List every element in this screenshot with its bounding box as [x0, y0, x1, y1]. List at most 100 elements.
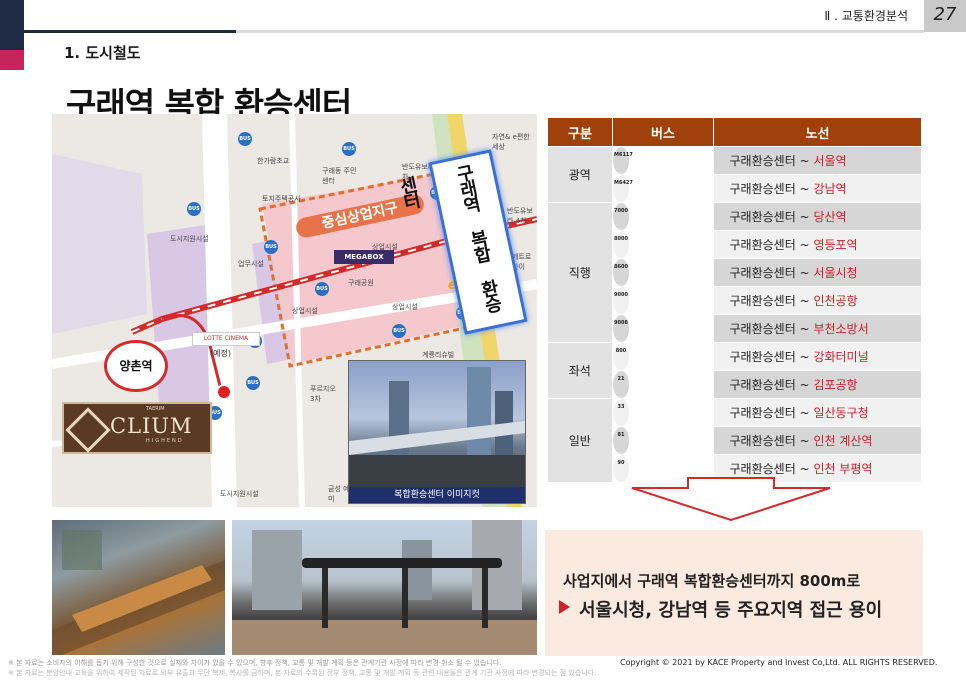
bus-stop-icon: BUS	[187, 202, 201, 216]
map-label-support2: 도시지원시설	[220, 490, 259, 498]
bus-stop-icon: BUS	[342, 142, 356, 156]
route-destination: 당산역	[813, 210, 847, 224]
lotte-cinema-note: (예정)	[210, 349, 231, 358]
route-destination: 김포공항	[813, 378, 858, 392]
bus-number: M6117	[613, 147, 633, 175]
summary-line-2: 서울시청, 강남역 등 주요지역 접근 용이	[559, 596, 882, 622]
transfer-center-image: 복합환승센터 이미지컷	[348, 360, 526, 504]
logo-brand-text: CLIUM	[110, 414, 193, 438]
route-category: 좌석	[547, 342, 613, 399]
route-cell: 구래환승센터 ~ 부천소방서	[713, 314, 922, 343]
map-label-nature: 자연& e편한세상	[492, 133, 530, 151]
subtitle: 1. 도시철도	[64, 44, 141, 62]
bus-number: 7000	[613, 202, 630, 231]
table-row: 일반 33 구래환승센터 ~ 일산동구청	[547, 398, 922, 483]
footnote-2: ※ 본 자료는 분양안내 교육을 위하여 제작된 자료로 외부 유출과 무단 복…	[8, 669, 597, 677]
lotte-cinema-logo: LOTTE CINEMA	[192, 332, 260, 346]
location-map: 한가람초교 구래동 주민센터 토지주택공사 반도유보라 5차 반도유보라 4차 …	[52, 114, 537, 507]
route-category: 직행	[547, 202, 613, 343]
bus-shelter-photo	[232, 520, 537, 655]
table-header-category: 구분	[547, 117, 613, 147]
map-label-land: 토지주택공사	[262, 195, 301, 203]
bus-number: 800	[613, 342, 630, 371]
route-destination: 일산동구청	[813, 406, 869, 420]
map-label-community: 구래동 주민센터	[322, 167, 357, 185]
route-cell: 구래환승센터 ~ 강화터미널	[713, 342, 922, 371]
inset-buildings	[349, 367, 525, 487]
bus-stop-icon: BUS	[315, 282, 329, 296]
route-origin: 구래환승센터 ~	[729, 182, 814, 196]
header-corner-navy	[0, 0, 24, 50]
logo-top-text: TAERIM	[146, 406, 165, 412]
route-destination: 서울시청	[813, 266, 858, 280]
map-label-park: 구래공원	[348, 279, 374, 287]
summary-box: 사업지에서 구래역 복합환승센터까지 800m로 서울시청, 강남역 등 주요지…	[545, 530, 923, 656]
shelter-post	[402, 568, 408, 628]
map-label-gyeryong: 계룡리슈빌	[422, 351, 455, 359]
table-header-route: 노선	[713, 117, 922, 147]
summary-line-2-text: 서울시청, 강남역 등 주요지역 접근 용이	[579, 600, 883, 621]
bus-stop-icon: BUS	[238, 132, 252, 146]
summary-line-1: 사업지에서 구래역 복합환승센터까지 800m로	[563, 572, 861, 590]
clium-logo: TAERIM CLIUM HIGHEND	[62, 402, 212, 454]
footnote-1: ※ 본 자료는 소비자의 이해를 돕기 위해 구성한 것으로 실제와 차이가 있…	[8, 659, 502, 667]
bus-number: 9008	[613, 314, 630, 343]
station-marker: 양촌역	[104, 340, 168, 392]
table-header-bus: 버스	[612, 117, 714, 147]
bus-number: 81	[613, 426, 630, 455]
route-cell: 구래환승센터 ~ 강남역	[713, 174, 922, 203]
bus-number: M6427	[613, 174, 633, 203]
route-origin: 구래환승센터 ~	[729, 350, 814, 364]
route-cell: 구래환승센터 ~ 김포공항	[713, 370, 922, 399]
table-row: 직행 7000 구래환승센터 ~ 당산역	[547, 202, 922, 343]
megabox-logo: MEGABOX	[334, 250, 394, 264]
route-cell: 구래환승센터 ~ 인천 계산역	[713, 426, 922, 455]
section-label: Ⅱ . 교통환경분석	[824, 9, 908, 23]
header-divider-accent	[24, 30, 236, 33]
aerial-rendering-photo	[52, 520, 225, 655]
table-header-row: 구분 버스 노선	[547, 117, 922, 147]
route-origin: 구래환승센터 ~	[729, 462, 814, 476]
route-origin: 구래환승센터 ~	[729, 378, 814, 392]
route-category: 일반	[547, 398, 613, 483]
map-label-commerce2: 상업시설	[292, 307, 318, 315]
route-origin: 구래환승센터 ~	[729, 406, 814, 420]
copyright: Copyright © 2021 by KACE Property and In…	[620, 658, 938, 667]
site-marker-icon	[216, 384, 232, 400]
bus-number: 8600	[613, 258, 630, 287]
route-destination: 영등포역	[813, 238, 858, 252]
route-cell: 구래환승센터 ~ 당산역	[713, 202, 922, 231]
route-destination: 부천소방서	[813, 322, 869, 336]
table-body: 광역 M6117 구래환승센터 ~ 서울역 M6427 구래환승센터 ~ 강남역 직행 70…	[547, 146, 922, 483]
shelter-post	[322, 568, 328, 628]
page-number: 27	[933, 4, 957, 25]
aerial-shapes	[52, 530, 225, 655]
map-label-geumsung: 금성 예미	[328, 485, 350, 503]
map-label-bandoyubora4: 반도유보라 4차	[507, 207, 533, 225]
shelter-post	[482, 568, 488, 628]
route-origin: 구래환승센터 ~	[729, 434, 814, 448]
route-cell: 구래환승센터 ~ 인천공항	[713, 286, 922, 315]
route-destination: 인천 부평역	[813, 462, 873, 476]
route-cell: 구래환승센터 ~ 일산동구청	[713, 398, 922, 427]
route-destination: 서울역	[813, 154, 847, 168]
bus-stop-icon: BUS	[392, 324, 406, 338]
down-arrow-icon	[631, 477, 831, 522]
route-origin: 구래환승센터 ~	[729, 154, 814, 168]
route-destination: 강화터미널	[813, 350, 869, 364]
shelter-roof	[302, 558, 502, 568]
clium-emblem-icon	[65, 407, 111, 453]
map-label-school: 한가람초교	[257, 157, 290, 165]
route-origin: 구래환승센터 ~	[729, 266, 814, 280]
table-row: 광역 M6117 구래환승센터 ~ 서울역	[547, 146, 922, 203]
route-destination: 강남역	[813, 182, 847, 196]
route-origin: 구래환승센터 ~	[729, 294, 814, 308]
route-destination: 인천 계산역	[813, 434, 873, 448]
map-label-support1: 도시지원시설	[170, 235, 209, 243]
bus-number: 33	[613, 398, 630, 427]
bus-stop-icon: BUS	[246, 376, 260, 390]
bus-number: 8000	[613, 230, 630, 259]
inset-caption: 복합환승센터 이미지컷	[349, 487, 525, 503]
map-label-prugio: 푸르지오 3차	[310, 385, 336, 403]
route-cell: 구래환승센터 ~ 서울역	[713, 146, 922, 175]
